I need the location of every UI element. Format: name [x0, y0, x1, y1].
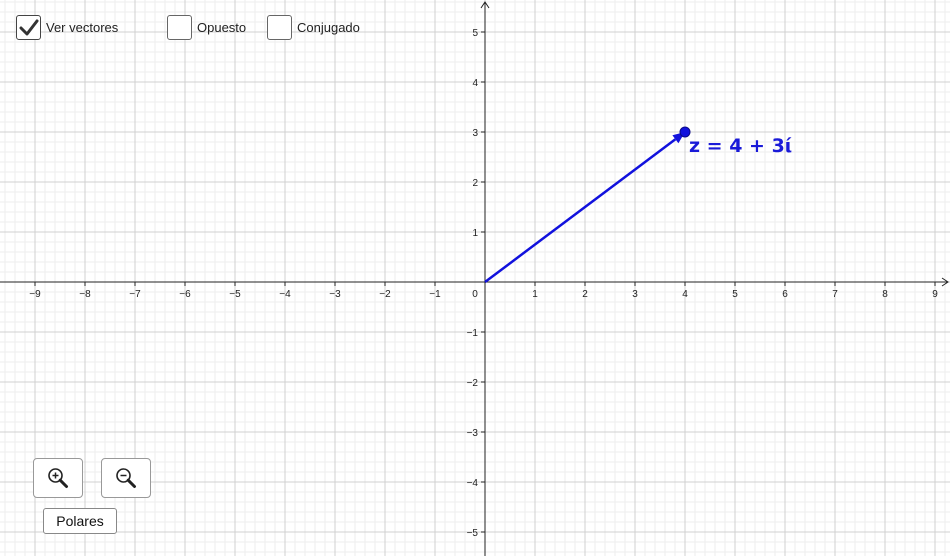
- x-tick-label: 1: [532, 289, 538, 300]
- y-tick-label: −5: [467, 528, 479, 539]
- checkbox-conjugado[interactable]: Conjugado: [267, 15, 360, 40]
- zoom-out-button[interactable]: [101, 458, 151, 498]
- checkbox-opuesto-label: Opuesto: [197, 20, 247, 35]
- x-tick-label: −2: [379, 289, 391, 300]
- checkbox-ver-vectores[interactable]: Ver vectores: [16, 15, 118, 40]
- x-tick-label: −6: [179, 289, 191, 300]
- x-tick-label: −3: [329, 289, 341, 300]
- checkbox-opuesto[interactable]: Opuesto: [167, 15, 246, 40]
- zoom-out-icon: [116, 468, 136, 488]
- vector-z: [484, 138, 677, 284]
- x-tick-label: 6: [782, 289, 788, 300]
- x-tick-label: 0: [472, 289, 478, 300]
- point-z-label: z = 4 + 3ί: [689, 135, 792, 157]
- y-tick-label: 5: [472, 28, 478, 39]
- y-tick-label: −3: [467, 428, 479, 439]
- checkbox-conjugado-box[interactable]: [267, 15, 292, 40]
- x-tick-label: −4: [279, 289, 291, 300]
- x-tick-label: 4: [682, 289, 688, 300]
- zoom-in-icon: [48, 468, 68, 488]
- y-tick-label: 2: [472, 178, 478, 189]
- y-tick-label: −1: [467, 328, 479, 339]
- checkbox-conjugado-label: Conjugado: [297, 20, 360, 35]
- y-tick-label: 3: [472, 128, 478, 139]
- y-tick-label: −2: [467, 378, 479, 389]
- y-tick-label: 1: [472, 228, 478, 239]
- checkmark-icon: [19, 19, 38, 35]
- x-tick-label: −1: [429, 289, 441, 300]
- x-tick-label: −7: [129, 289, 141, 300]
- x-tick-label: 5: [732, 289, 738, 300]
- polares-button[interactable]: Polares: [43, 508, 117, 534]
- zoom-in-button[interactable]: [33, 458, 83, 498]
- y-tick-label: 4: [472, 78, 478, 89]
- y-tick-label: −4: [467, 478, 479, 489]
- x-tick-label: 2: [582, 289, 588, 300]
- checkbox-opuesto-box[interactable]: [167, 15, 192, 40]
- x-tick-label: −5: [229, 289, 241, 300]
- checkbox-ver-vectores-box[interactable]: [16, 15, 41, 40]
- x-tick-label: −8: [79, 289, 91, 300]
- x-tick-label: −9: [29, 289, 41, 300]
- x-tick-label: 8: [882, 289, 888, 300]
- x-tick-label: 9: [932, 289, 938, 300]
- checkbox-ver-vectores-label: Ver vectores: [46, 20, 119, 35]
- x-tick-label: 7: [832, 289, 838, 300]
- x-tick-label: 3: [632, 289, 638, 300]
